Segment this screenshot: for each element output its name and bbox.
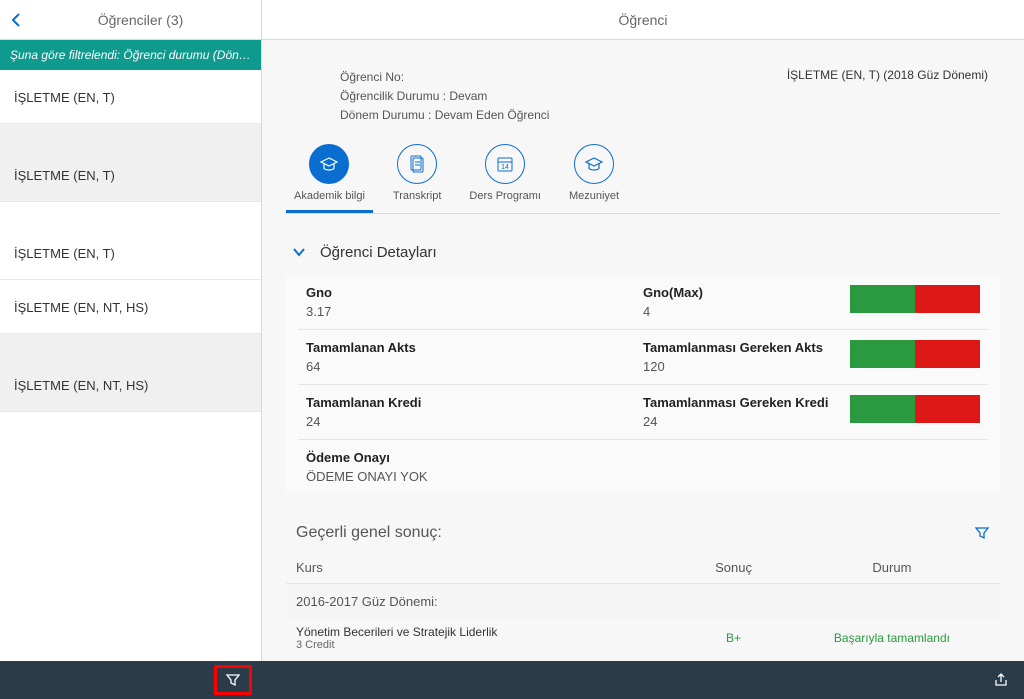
footer [0,661,1024,699]
col-result: Sonuç [673,560,794,575]
value: 64 [306,359,643,374]
label: Ödeme Onayı [306,450,643,465]
student-details-section: Öğrenci Detayları Gno 3.17 Gno(Max) 4 [286,230,1000,494]
details-row: Gno 3.17 Gno(Max) 4 [298,275,988,330]
header-left: Öğrenciler (3) [0,0,262,39]
tab-label: Mezuniyet [569,190,619,202]
results-section: Geçerli genel sonuç: Kurs Sonuç Durum 20… [286,514,1000,661]
details-row: Tamamlanan Kredi 24 Tamamlanması Gereken… [298,385,988,440]
course-status: Başarıyla tamamlandı [794,631,990,645]
info-header: Öğrenci No: Öğrencilik Durumu : Devam Dö… [286,40,1000,130]
svg-text:14: 14 [501,164,509,171]
header: Öğrenciler (3) Öğrenci [0,0,1024,40]
tab-graduation[interactable]: Mezuniyet [561,140,627,213]
sidebar-item[interactable]: İŞLETME (EN, T) [0,124,261,202]
label: Gno [306,285,643,300]
tab-label: Ders Programı [469,190,541,202]
term-row: 2016-2017 Güz Dönemi: [286,584,1000,619]
content: Öğrenci No: Öğrencilik Durumu : Devam Dö… [262,40,1024,661]
filter-icon[interactable] [974,525,990,541]
progress-indicator [850,395,980,423]
tab-schedule[interactable]: 14 Ders Programı [461,140,549,213]
grad-cap-icon [309,144,349,184]
program-term: İŞLETME (EN, T) (2018 Güz Dönemi) [787,68,1000,126]
course-credit: 3 Credit [296,639,673,651]
course-name: Yönetim Becerileri ve Stratejik Liderlik [296,625,673,639]
filter-banner[interactable]: Şuna göre filtrelendi: Öğrenci durumu (D… [0,40,261,70]
sidebar-item[interactable]: İŞLETME (EN, NT, HS) [0,334,261,412]
tab-label: Transkript [393,190,442,202]
table-row: Pazarlama Stratejileri ve Pazarlamayı A … [286,657,1000,661]
sidebar-item[interactable]: İŞLETME (EN, NT, HS) [0,280,261,334]
sidebar: Şuna göre filtrelendi: Öğrenci durumu (D… [0,40,262,661]
details-row: Ödeme Onayı ÖDEME ONAYI YOK [298,440,988,494]
details-card: Gno 3.17 Gno(Max) 4 [286,275,1000,494]
document-icon [397,144,437,184]
student-status: Öğrencilik Durumu : Devam [340,87,787,106]
page-title: Öğrenci [262,0,1024,39]
label: Tamamlanan Akts [306,340,643,355]
section-title: Öğrenci Detayları [320,244,437,261]
value: 3.17 [306,304,643,319]
progress-indicator [850,285,980,313]
term-status: Dönem Durumu : Devam Eden Öğrenci [340,106,787,125]
course-result: B+ [673,631,794,645]
sidebar-item[interactable]: İŞLETME (EN, T) [0,202,261,280]
student-no-label: Öğrenci No: [340,68,787,87]
tab-label: Akademik bilgi [294,190,365,202]
details-row: Tamamlanan Akts 64 Tamamlanması Gereken … [298,330,988,385]
filter-button[interactable] [214,665,252,695]
value: 24 [306,414,643,429]
share-icon[interactable] [992,671,1010,689]
back-button[interactable] [10,12,22,28]
progress-indicator [850,340,980,368]
label: Tamamlanan Kredi [306,395,643,410]
col-course: Kurs [296,560,673,575]
tab-academic-info[interactable]: Akademik bilgi [286,140,373,213]
value: ÖDEME ONAYI YOK [306,469,643,484]
calendar-icon: 14 [485,144,525,184]
sidebar-title: Öğrenciler (3) [30,12,251,28]
sidebar-item[interactable]: İŞLETME (EN, T) [0,70,261,124]
results-title: Geçerli genel sonuç: [296,524,974,542]
tab-transcript[interactable]: Transkript [385,140,450,213]
table-header: Kurs Sonuç Durum [286,552,1000,584]
chevron-down-icon [292,247,306,257]
grad-cap-icon [574,144,614,184]
tabs: Akademik bilgi Transkript 14 Ders Progra… [286,130,1000,214]
section-toggle[interactable]: Öğrenci Detayları [286,230,1000,275]
col-status: Durum [794,560,990,575]
table-row: Yönetim Becerileri ve Stratejik Liderlik… [286,619,1000,657]
